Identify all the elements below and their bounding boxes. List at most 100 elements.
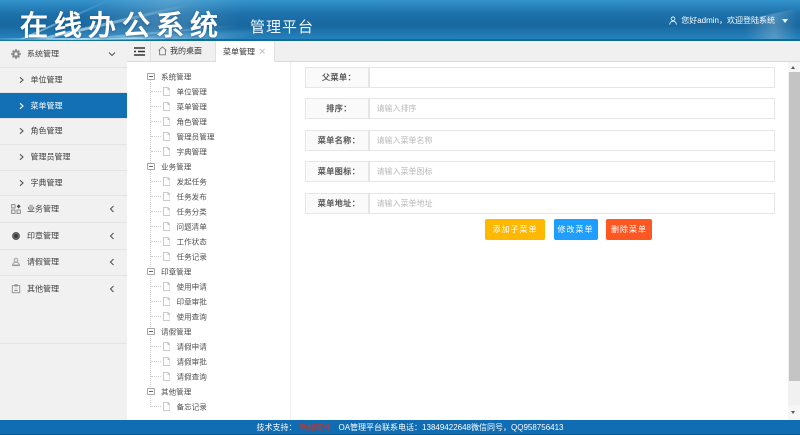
- tree-collapse-box[interactable]: [147, 268, 155, 276]
- sidebar-group-leave[interactable]: 请假管理: [0, 249, 127, 276]
- tree-collapse-box[interactable]: [147, 73, 155, 81]
- document-icon: [163, 102, 171, 111]
- tree-node-parent[interactable]: 其他管理: [127, 384, 287, 399]
- tree-node-label[interactable]: 请假申请: [177, 341, 207, 352]
- tree-node-child[interactable]: 请假申请: [127, 339, 287, 354]
- tree-node-child[interactable]: 发起任务: [127, 174, 287, 189]
- tree-node-child[interactable]: 单位管理: [127, 84, 287, 99]
- menu-name-input[interactable]: [369, 130, 776, 151]
- tree-node-label[interactable]: 发起任务: [177, 176, 207, 187]
- tree-node-child[interactable]: 菜单管理: [127, 99, 287, 114]
- tree-node-label[interactable]: 字典管理: [177, 146, 207, 157]
- tree-node-child[interactable]: 管理员管理: [127, 129, 287, 144]
- document-icon: [163, 222, 171, 231]
- tree-node-label[interactable]: 使用查询: [177, 311, 207, 322]
- form-buttons: 添加子菜单 修改菜单 删除菜单: [291, 219, 800, 241]
- tree-node-label[interactable]: 请假审批: [177, 356, 207, 367]
- tree-collapse-box[interactable]: [147, 163, 155, 171]
- tree-node-parent[interactable]: 系统管理: [127, 69, 287, 84]
- tree-node-child[interactable]: 任务分类: [127, 204, 287, 219]
- tab-desktop[interactable]: 我的桌面: [151, 41, 216, 61]
- tree-connector-tick: [151, 361, 161, 362]
- tree-node-label[interactable]: 管理员管理: [177, 131, 215, 142]
- document-icon: [163, 297, 171, 306]
- tree-node-child[interactable]: 备忘记录: [127, 399, 287, 414]
- tree-node-child[interactable]: 角色管理: [127, 114, 287, 129]
- menu-url-input[interactable]: [369, 193, 776, 214]
- chevron-left-icon: [108, 258, 116, 266]
- tree-node-parent[interactable]: 请假管理: [127, 324, 287, 339]
- add-submenu-button[interactable]: 添加子菜单: [485, 219, 545, 241]
- field-label: 父菜单：: [305, 67, 369, 88]
- sidebar-group-system[interactable]: 系统管理: [0, 41, 127, 67]
- tree-node-label[interactable]: 任务分类: [177, 206, 207, 217]
- tree-node-label[interactable]: 请假管理: [161, 326, 191, 337]
- parent-menu-input[interactable]: [369, 67, 776, 88]
- tree-node-child[interactable]: 任务发布: [127, 189, 287, 204]
- tree-connector-tick: [151, 316, 161, 317]
- tab-menu-active[interactable]: 菜单管理: [216, 41, 275, 62]
- tree-node-child[interactable]: 使用查询: [127, 309, 287, 324]
- vertical-scrollbar[interactable]: [788, 62, 800, 420]
- sidebar-item-admin[interactable]: 管理员管理: [0, 144, 127, 170]
- tree-collapse-box[interactable]: [147, 388, 155, 396]
- app-title: 在线办公系统: [20, 4, 224, 41]
- sidebar-item-menu[interactable]: 菜单管理: [0, 92, 127, 118]
- tree-node-child[interactable]: 使用申请: [127, 279, 287, 294]
- tree-node-child[interactable]: 任务记录: [127, 249, 287, 264]
- document-icon: [163, 282, 171, 291]
- sidebar-group-label: 业务管理: [27, 204, 59, 215]
- tree-node-child[interactable]: 工作状态: [127, 234, 287, 249]
- tree-node-label[interactable]: 任务发布: [177, 191, 207, 202]
- sidebar-item-unit[interactable]: 单位管理: [0, 67, 127, 93]
- tree-node-label[interactable]: 印章管理: [161, 266, 191, 277]
- tree-node-label[interactable]: 其他管理: [161, 386, 191, 397]
- tree-node-label[interactable]: 角色管理: [177, 116, 207, 127]
- scrollbar-thumb[interactable]: [789, 72, 800, 381]
- delete-menu-button[interactable]: 删除菜单: [606, 219, 652, 241]
- tree-node-child[interactable]: 印章审批: [127, 294, 287, 309]
- sidebar-group-seal[interactable]: 印章管理: [0, 222, 127, 249]
- tree-connector-tick: [151, 121, 161, 122]
- tree-node-parent[interactable]: 业务管理: [127, 159, 287, 174]
- tree-node-child[interactable]: 问题清单: [127, 219, 287, 234]
- scroll-up-button[interactable]: [788, 62, 800, 72]
- user-icon: [669, 16, 677, 26]
- document-icon: [163, 87, 171, 96]
- chevron-left-icon: [108, 232, 116, 240]
- sidebar-item-label: 单位管理: [31, 74, 63, 85]
- document-icon: [163, 207, 171, 216]
- close-icon[interactable]: [259, 48, 266, 55]
- scroll-down-button[interactable]: [788, 405, 800, 420]
- tree-collapse-box[interactable]: [147, 328, 155, 336]
- tree-node-label[interactable]: 问题清单: [177, 221, 207, 232]
- tree-node-label[interactable]: 菜单管理: [177, 101, 207, 112]
- tree-node-label[interactable]: 备忘记录: [177, 401, 207, 412]
- sidebar-item-label: 字典管理: [31, 178, 63, 189]
- tree-node-child[interactable]: 请假审批: [127, 354, 287, 369]
- tree-node-child[interactable]: 请假查询: [127, 369, 287, 384]
- user-menu[interactable]: 您好admin，欢迎登陆系统: [669, 0, 788, 41]
- sidebar-group-business[interactable]: 业务管理: [0, 195, 127, 222]
- document-icon: [163, 237, 171, 246]
- sidebar-item-role[interactable]: 角色管理: [0, 118, 127, 144]
- tree-node-parent[interactable]: 印章管理: [127, 264, 287, 279]
- menu-icon-input[interactable]: [369, 161, 776, 182]
- tree-node-label[interactable]: 单位管理: [177, 86, 207, 97]
- tree-node-label[interactable]: 任务记录: [177, 251, 207, 262]
- document-icon: [163, 117, 171, 126]
- tree-node-label[interactable]: 系统管理: [161, 71, 191, 82]
- tree-node-label[interactable]: 请假查询: [177, 371, 207, 382]
- sort-input[interactable]: [369, 98, 776, 119]
- sidebar-group-other[interactable]: 其他管理: [0, 275, 127, 302]
- edit-menu-button[interactable]: 修改菜单: [554, 219, 598, 241]
- tree-node-label[interactable]: 印章审批: [177, 296, 207, 307]
- caret-down-icon: [782, 19, 788, 23]
- tree-node-label[interactable]: 业务管理: [161, 161, 191, 172]
- tree-node-label[interactable]: 工作状态: [177, 236, 207, 247]
- tree-node-child[interactable]: 字典管理: [127, 144, 287, 159]
- tree-connector-tick: [151, 226, 161, 227]
- tree-node-label[interactable]: 使用申请: [177, 281, 207, 292]
- tab-control[interactable]: [127, 41, 151, 61]
- sidebar-item-dict[interactable]: 字典管理: [0, 170, 127, 196]
